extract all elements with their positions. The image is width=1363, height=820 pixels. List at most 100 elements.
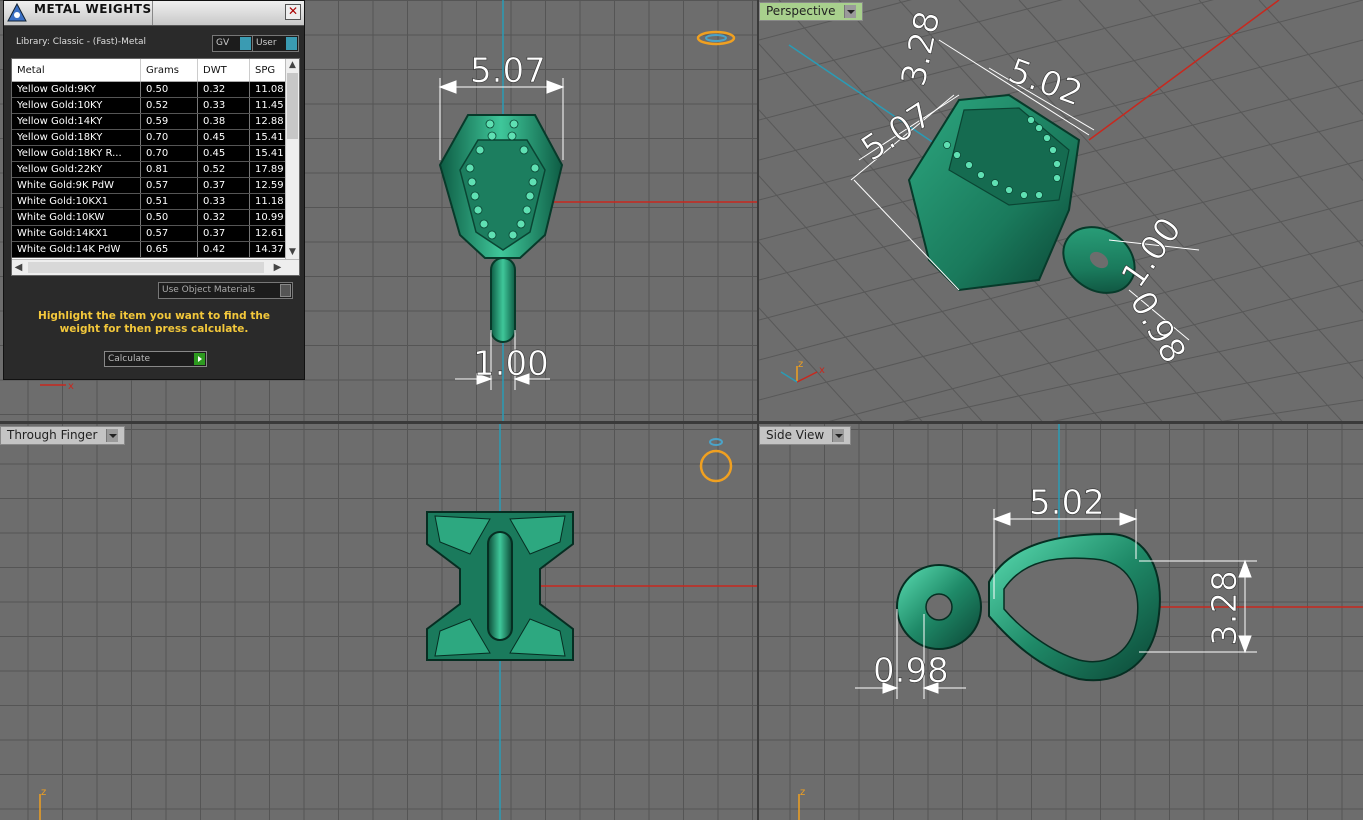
table-row[interactable]: White Gold:10KX1 0.51 0.33 11.18 xyxy=(12,193,291,210)
metal-table[interactable]: Metal Grams DWT SPG Yellow Gold:9KY 0.50 0… xyxy=(11,58,300,276)
side-view-scene: 5.02 3.28 0.98 z xyxy=(798,424,1363,820)
viewport-label-perspective[interactable]: Perspective xyxy=(759,2,863,21)
pendant-model-top xyxy=(438,114,564,343)
table-cell: 0.81 xyxy=(140,161,198,178)
scroll-right-icon[interactable]: ▶ xyxy=(271,260,284,275)
table-cell: 0.70 xyxy=(140,145,198,162)
user-toggle[interactable]: User xyxy=(252,35,299,52)
table-cell: Yellow Gold:14KY xyxy=(12,113,141,130)
table-row[interactable]: White Gold:10KW 0.50 0.32 10.99 xyxy=(12,209,291,226)
table-row[interactable]: Yellow Gold:9KY 0.50 0.32 11.08 xyxy=(12,81,291,98)
viewport-label-text: Perspective xyxy=(766,4,836,18)
table-row[interactable]: White Gold:14K PdW 0.65 0.42 14.37 xyxy=(12,241,291,258)
play-icon xyxy=(194,353,205,365)
viewport-perspective[interactable]: 3.28 5.02 5.07 1.00 0.98 z x Perspective xyxy=(759,0,1363,421)
chevron-down-icon[interactable] xyxy=(843,5,856,18)
svg-text:z: z xyxy=(798,359,803,370)
dim-side-width-label: 5.02 xyxy=(1029,483,1105,523)
table-cell: 0.52 xyxy=(197,161,250,178)
dim-top-bail-label: 1.00 xyxy=(473,344,549,384)
table-cell: 0.45 xyxy=(197,129,250,146)
viewport-label-text: Through Finger xyxy=(7,428,98,442)
library-label: Library: Classic - (Fast)-Metal xyxy=(16,37,147,47)
perspective-scene: 3.28 5.02 5.07 1.00 0.98 z x xyxy=(759,0,1363,421)
toggle-indicator-icon xyxy=(240,37,251,50)
table-cell: White Gold:14K PdW xyxy=(12,241,141,258)
use-object-materials-toggle[interactable]: Use Object Materials xyxy=(158,282,293,299)
panel-titlebar[interactable]: METAL WEIGHTS ✕ xyxy=(4,1,304,26)
table-cell: 0.38 xyxy=(197,113,250,130)
orbit-gizmo-icon[interactable] xyxy=(696,30,736,46)
table-cell: 0.50 xyxy=(140,81,198,98)
table-cell: 0.57 xyxy=(140,225,198,242)
table-cell: 0.32 xyxy=(197,209,250,226)
gv-toggle[interactable]: GV xyxy=(212,35,253,52)
table-cell: 0.37 xyxy=(197,177,250,194)
viewport-label-through-finger[interactable]: Through Finger xyxy=(0,426,125,445)
table-cell: 0.70 xyxy=(140,129,198,146)
user-toggle-label: User xyxy=(256,38,277,48)
table-cell: White Gold:10KW xyxy=(12,209,141,226)
column-header-metal[interactable]: Metal xyxy=(12,59,141,82)
scroll-up-icon[interactable]: ▲ xyxy=(286,59,299,72)
axis-triad-top: x xyxy=(40,381,74,392)
axis-triad-finger: z xyxy=(39,787,46,820)
use-object-materials-label: Use Object Materials xyxy=(162,285,256,295)
table-header-row: Metal Grams DWT SPG xyxy=(12,59,291,82)
table-cell: 0.57 xyxy=(140,177,198,194)
metal-weights-panel[interactable]: METAL WEIGHTS ✕ Library: Classic - (Fast… xyxy=(3,0,305,380)
table-row[interactable]: Yellow Gold:14KY 0.59 0.38 12.88 xyxy=(12,113,291,130)
table-cell: Yellow Gold:18KY R... xyxy=(12,145,141,162)
scroll-down-icon[interactable]: ▼ xyxy=(286,246,299,259)
table-cell: Yellow Gold:18KY xyxy=(12,129,141,146)
table-horizontal-scrollbar[interactable]: ◀ ▶ xyxy=(12,259,299,275)
table-cell: 0.32 xyxy=(197,81,250,98)
table-row[interactable]: Yellow Gold:18KY R... 0.70 0.45 15.41 xyxy=(12,145,291,162)
table-cell: White Gold:14KX1 xyxy=(12,225,141,242)
table-row[interactable]: Yellow Gold:22KY 0.81 0.52 17.89 xyxy=(12,161,291,178)
viewport-label-side-view[interactable]: Side View xyxy=(759,426,852,445)
svg-text:x: x xyxy=(819,365,825,376)
table-cell: 0.52 xyxy=(140,97,198,114)
table-cell: 0.42 xyxy=(197,241,250,258)
column-header-grams[interactable]: Grams xyxy=(140,59,198,82)
scroll-thumb[interactable] xyxy=(28,262,264,273)
orbit-gizmo-icon[interactable] xyxy=(699,438,733,483)
column-header-dwt[interactable]: DWT xyxy=(197,59,250,82)
table-row[interactable]: Yellow Gold:10KY 0.52 0.33 11.45 xyxy=(12,97,291,114)
table-cell: Yellow Gold:22KY xyxy=(12,161,141,178)
viewport-through-finger[interactable]: z Through Finger xyxy=(0,424,757,820)
scroll-left-icon[interactable]: ◀ xyxy=(12,260,25,275)
svg-text:z: z xyxy=(800,787,805,798)
table-row[interactable]: Yellow Gold:18KY 0.70 0.45 15.41 xyxy=(12,129,291,146)
through-finger-scene: z xyxy=(39,424,757,820)
dim-side-height-label: 3.28 xyxy=(1205,570,1245,646)
scroll-thumb[interactable] xyxy=(287,73,298,139)
metal-table-body: Yellow Gold:9KY 0.50 0.32 11.08 Yellow Gold:… xyxy=(12,81,291,258)
toggle-indicator-icon xyxy=(286,37,297,50)
table-cell: 0.65 xyxy=(140,241,198,258)
toggle-indicator-icon xyxy=(280,284,291,297)
table-cell: 0.45 xyxy=(197,145,250,162)
app-logo-icon xyxy=(7,2,27,22)
calculate-button[interactable]: Calculate xyxy=(104,351,207,367)
close-icon[interactable]: ✕ xyxy=(285,4,301,20)
gv-toggle-label: GV xyxy=(216,38,230,48)
dim-side-bail-label: 0.98 xyxy=(873,651,949,691)
table-row[interactable]: White Gold:9K PdW 0.57 0.37 12.59 xyxy=(12,177,291,194)
chevron-down-icon[interactable] xyxy=(105,429,118,442)
viewport-label-text: Side View xyxy=(766,428,825,442)
svg-text:x: x xyxy=(68,381,74,392)
dim-persp-height-label: 3.28 xyxy=(894,8,949,90)
table-cell: Yellow Gold:9KY xyxy=(12,81,141,98)
table-row[interactable]: White Gold:14KX1 0.57 0.37 12.61 xyxy=(12,225,291,242)
table-vertical-scrollbar[interactable]: ▲ ▼ xyxy=(285,59,299,259)
table-cell: White Gold:9K PdW xyxy=(12,177,141,194)
dim-top-width-label: 5.07 xyxy=(470,51,546,91)
titlebar-divider xyxy=(152,1,153,25)
viewport-side[interactable]: 5.02 3.28 0.98 z Side View xyxy=(759,424,1363,820)
chevron-down-icon[interactable] xyxy=(832,429,845,442)
table-cell: 0.51 xyxy=(140,193,198,210)
axis-triad-side: z xyxy=(798,787,805,820)
table-cell: White Gold:10KX1 xyxy=(12,193,141,210)
